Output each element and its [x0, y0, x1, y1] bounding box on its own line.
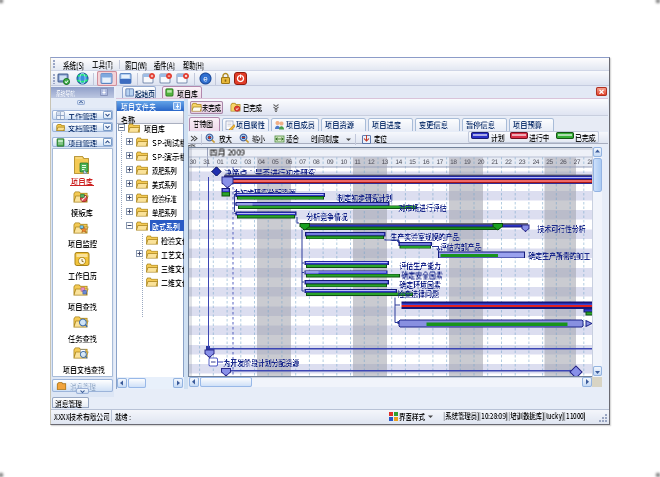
svg-text:e: e — [203, 75, 208, 84]
